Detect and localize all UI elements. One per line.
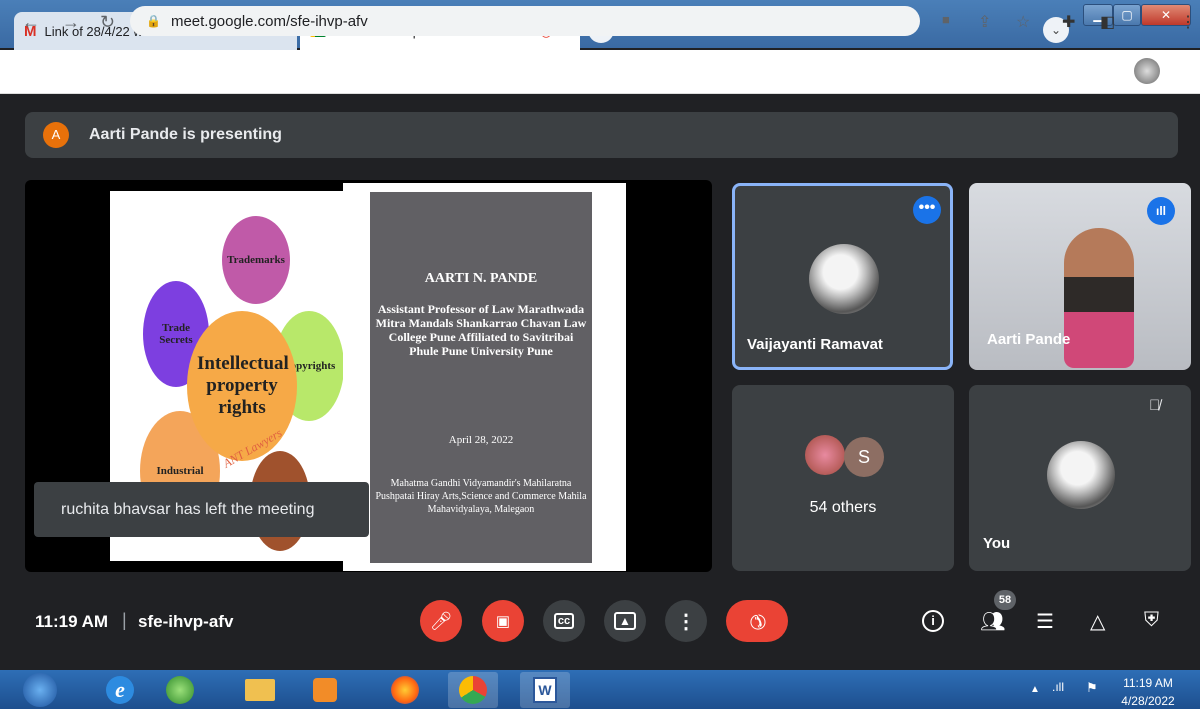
mic-button[interactable]: 🎤︎: [420, 600, 462, 642]
camera-icon[interactable]: ■: [942, 12, 950, 27]
slide-right-panel: AARTI N. PANDE Assistant Professor of La…: [343, 183, 626, 571]
participant-name: Aarti Pande: [987, 331, 1071, 348]
media-player-icon[interactable]: [300, 672, 350, 708]
extensions-icon[interactable]: ✚: [1062, 12, 1075, 32]
avatar: [805, 435, 845, 475]
reload-icon[interactable]: ↻: [100, 12, 115, 33]
more-options-icon[interactable]: •••: [913, 196, 941, 224]
presentation-stage[interactable]: Trademarks Trade Secrets Copyrights Indu…: [25, 180, 712, 572]
slide-date: April 28, 2022: [448, 434, 514, 446]
address-bar: [0, 50, 1200, 94]
people-count-badge: 58: [994, 590, 1016, 610]
center-label: Intellectual property rights: [197, 353, 289, 418]
action-center-icon[interactable]: ⚑: [1086, 680, 1098, 696]
back-icon[interactable]: ←: [22, 12, 40, 33]
slide-venue: Mahatma Gandhi Vidyamandir's Mahilaratna…: [375, 478, 587, 515]
tile-vaijayanti[interactable]: ••• Vaijayanti Ramavat: [732, 183, 953, 370]
separator: |: [122, 610, 127, 630]
others-count: 54 others: [809, 499, 877, 516]
bubble-label: Trademarks: [227, 254, 285, 266]
file-explorer-icon[interactable]: [235, 672, 285, 708]
side-panel-icon[interactable]: ◧: [1100, 12, 1115, 32]
avatar: [809, 244, 879, 314]
participant-name: You: [983, 535, 1011, 552]
forward-icon[interactable]: →: [62, 12, 80, 33]
profile-avatar[interactable]: [1134, 58, 1160, 84]
activities-icon[interactable]: △: [1090, 609, 1105, 634]
slide-text-panel: AARTI N. PANDE Assistant Professor of La…: [370, 192, 592, 563]
bubble-label: Trade Secrets: [159, 322, 193, 346]
url-field[interactable]: 🔒 meet.google.com/sfe-ihvp-afv: [130, 6, 920, 36]
system-time: 11:19 AM: [1123, 676, 1173, 690]
internet-explorer-icon[interactable]: e: [95, 672, 145, 708]
start-button[interactable]: [15, 672, 65, 708]
people-icon[interactable]: 👥︎: [980, 609, 1005, 634]
camera-button[interactable]: ▣: [482, 600, 524, 642]
presenter-avatar: A: [43, 122, 69, 148]
captions-button[interactable]: cc: [543, 600, 585, 642]
trademarks-bubble: Trademarks: [222, 216, 290, 304]
camera-off-icon: ▣: [495, 613, 511, 630]
show-hidden-icons[interactable]: ▲: [1030, 684, 1040, 695]
bookmark-star-icon[interactable]: ☆: [1016, 12, 1030, 32]
more-vert-icon: ⋮: [676, 610, 696, 633]
firefox-icon[interactable]: [380, 672, 430, 708]
media-center-icon[interactable]: [155, 672, 205, 708]
more-options-button[interactable]: ⋮: [665, 600, 707, 642]
tile-others[interactable]: S 54 others: [732, 385, 954, 571]
presenting-banner: A Aarti Pande is presenting: [25, 112, 1178, 158]
meeting-time: 11:19 AM: [35, 612, 109, 631]
lock-icon: 🔒: [146, 14, 161, 28]
hang-up-icon: ✆: [742, 606, 771, 635]
leave-call-button[interactable]: ✆: [726, 600, 788, 642]
meeting-info-icon[interactable]: i: [922, 610, 944, 632]
mic-off-icon: 🎙̸: [1149, 397, 1161, 414]
url-text: meet.google.com/sfe-ihvp-afv: [170, 12, 368, 30]
captions-icon: cc: [553, 613, 575, 629]
slide-designation: Assistant Professor of Law Marathwada Mi…: [375, 302, 587, 358]
notification-toast: ruchita bhavsar has left the meeting: [34, 482, 369, 537]
participant-video: [1064, 228, 1134, 368]
avatar: [1047, 441, 1115, 509]
participant-name: Vaijayanti Ramavat: [747, 336, 883, 353]
speaking-indicator-icon: ıll: [1147, 197, 1175, 225]
chat-icon[interactable]: ☰: [1036, 609, 1054, 634]
present-icon: ▲: [614, 612, 636, 630]
network-icon[interactable]: .ıll: [1052, 680, 1064, 694]
presenting-text: Aarti Pande is presenting: [89, 126, 282, 143]
avatar: S: [844, 437, 884, 477]
chrome-icon[interactable]: [448, 672, 498, 708]
system-date: 4/28/2022: [1121, 694, 1175, 708]
slide-name: AARTI N. PANDE: [424, 271, 538, 286]
maximize-button[interactable]: ▢: [1113, 4, 1141, 26]
menu-icon[interactable]: ⋮: [1180, 12, 1196, 32]
share-icon[interactable]: ⇪: [978, 12, 991, 32]
mic-off-icon: 🎤︎: [429, 610, 453, 631]
word-icon[interactable]: W: [520, 672, 570, 708]
host-controls-icon[interactable]: ⛨: [1144, 609, 1159, 632]
tile-you[interactable]: 🎙̸ You: [969, 385, 1191, 571]
tile-aarti[interactable]: ıll Aarti Pande: [969, 183, 1191, 370]
present-button[interactable]: ▲: [604, 600, 646, 642]
bubble-label: Industrial: [156, 465, 204, 477]
meeting-code: sfe-ihvp-afv: [138, 612, 234, 631]
